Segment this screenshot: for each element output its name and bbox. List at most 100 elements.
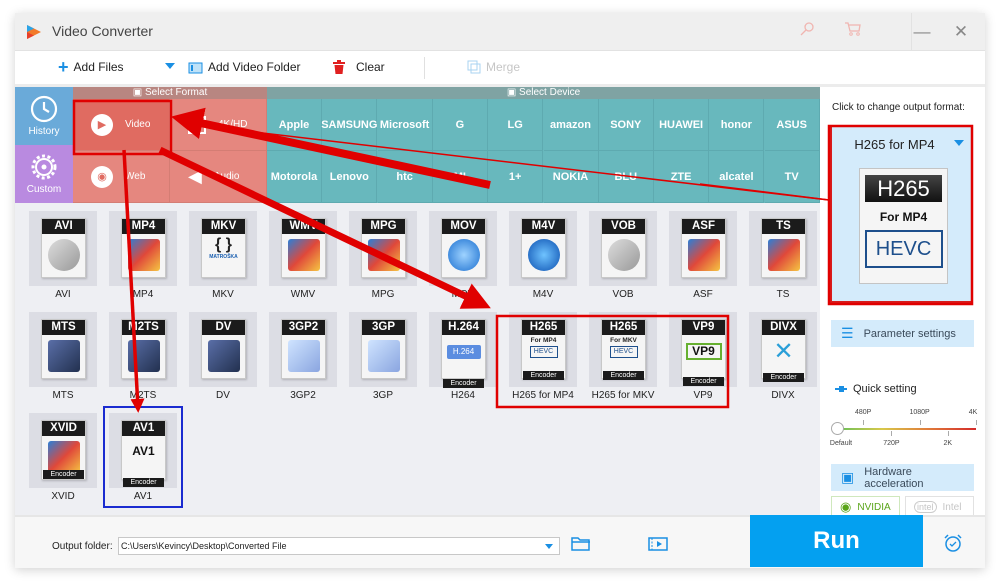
minimize-button[interactable]: — <box>911 21 933 43</box>
format-thumbnail: XVID Encoder <box>29 413 97 488</box>
history-label: History <box>28 126 60 137</box>
quality-slider-knob[interactable] <box>831 422 844 435</box>
format-sub: For MP4 <box>530 337 557 344</box>
format-category-video[interactable]: ▶ Video <box>73 99 170 151</box>
balloon-icon <box>128 239 160 271</box>
format-item-asf[interactable]: ASF ASF <box>664 205 742 305</box>
format-item-mkv[interactable]: MKV { } MATROŠKA MKV <box>184 205 262 305</box>
format-item-m4v[interactable]: M4V M4V <box>504 205 582 305</box>
output-format-hint: Click to change output format: <box>832 102 965 113</box>
device-brand-r2-1[interactable]: Lenovo <box>322 151 378 203</box>
quality-label-720p[interactable]: 720P <box>883 440 899 447</box>
format-item-h265-for-mp4[interactable]: H265 For MP4 HEVC Encoder H265 for MP4 <box>504 306 582 406</box>
select-device-zone: ▣ Select Device Apple SAMSUNG Microsoft G LG… <box>267 87 820 203</box>
format-item-dv[interactable]: DV DV <box>184 306 262 406</box>
format-item-m2ts[interactable]: M2TS M2TS <box>104 306 182 406</box>
format-icon: MKV { } MATROŠKA <box>201 218 246 278</box>
alarm-clock-icon[interactable] <box>943 533 963 558</box>
format-item-mp4[interactable]: MP4 MP4 <box>104 205 182 305</box>
format-item-ts[interactable]: TS TS <box>744 205 822 305</box>
format-thumbnail: VOB <box>589 211 657 286</box>
device-brand-r2-7[interactable]: ZTE <box>654 151 710 203</box>
device-brand-r2-9[interactable]: TV <box>764 151 820 203</box>
format-category-web[interactable]: ◉ Web <box>73 151 170 203</box>
balloon-icon <box>368 239 400 271</box>
format-badge: DV <box>202 320 245 335</box>
device-brand-r1-1[interactable]: SAMSUNG <box>321 99 377 151</box>
format-item-vp9[interactable]: VP9 VP9 Encoder VP9 <box>664 306 742 406</box>
format-item-av1[interactable]: AV1 AV1 Encoder AV1 <box>103 406 183 508</box>
format-item-h265-for-mkv[interactable]: H265 For MKV HEVC Encoder H265 for MKV <box>584 306 662 406</box>
format-item-mpg[interactable]: MPG MPG <box>344 205 422 305</box>
format-thumbnail: H.264 H.264 Encoder <box>429 312 497 388</box>
device-brand-r2-3[interactable]: MI <box>432 151 488 203</box>
format-label: MOV <box>451 289 475 300</box>
output-folder-input[interactable]: C:\Users\Kevincy\Desktop\Converted File <box>118 537 560 555</box>
format-badge: DIVX <box>762 320 805 335</box>
device-brand-r1-7[interactable]: HUAWEI <box>654 99 710 151</box>
history-tab[interactable]: History <box>15 87 73 145</box>
open-folder-icon[interactable] <box>571 536 591 555</box>
format-item-h264[interactable]: H.264 H.264 Encoder H264 <box>424 306 502 406</box>
device-brand-r2-6[interactable]: BLU <box>598 151 654 203</box>
format-item-xvid[interactable]: XVID Encoder XVID <box>24 407 102 507</box>
quality-label-480p[interactable]: 480P <box>855 409 871 416</box>
format-item-wmv[interactable]: WMV WMV <box>264 205 342 305</box>
format-badge: MP4 <box>122 219 165 234</box>
device-brand-r2-8[interactable]: alcatel <box>709 151 765 203</box>
matroska-icon: { } <box>215 236 232 253</box>
format-thumbnail: ASF <box>669 211 737 286</box>
device-brand-r1-2[interactable]: Microsoft <box>377 99 433 151</box>
merge-icon <box>467 60 481 74</box>
add-files-label: Add Files <box>73 60 124 74</box>
custom-tab[interactable]: Custom <box>15 145 73 203</box>
device-brand-r2-2[interactable]: htc <box>377 151 433 203</box>
output-format-selector[interactable]: H265 for MP4 H265 For MP4 HEVC <box>830 125 973 303</box>
device-brand-r1-9[interactable]: ASUS <box>764 99 820 151</box>
format-item-divx[interactable]: DIVX ✕ Encoder DIVX <box>744 306 822 406</box>
quality-label-2k[interactable]: 2K <box>944 440 953 447</box>
device-brand-r1-8[interactable]: honor <box>709 99 765 151</box>
hardware-acceleration-label: Hardware acceleration <box>864 465 924 490</box>
device-brand-r1-4[interactable]: LG <box>488 99 544 151</box>
clear-button[interactable]: Clear <box>333 60 385 74</box>
device-brand-r1-6[interactable]: SONY <box>598 99 654 151</box>
format-item-vob[interactable]: VOB VOB <box>584 205 662 305</box>
device-brand-r1-5[interactable]: amazon <box>543 99 599 151</box>
device-brand-r1-0[interactable]: Apple <box>267 99 322 151</box>
chevron-down-icon[interactable] <box>954 140 964 146</box>
open-output-video-icon[interactable] <box>648 536 668 556</box>
encoder-badge: Encoder <box>763 373 804 382</box>
format-item-3gp2[interactable]: 3GP2 3GP2 <box>264 306 342 406</box>
quality-slider-track[interactable] <box>835 428 976 430</box>
parameter-settings-button[interactable]: ☰ Parameter settings <box>831 320 974 347</box>
hardware-acceleration-button[interactable]: ▣ Hardware acceleration <box>831 464 974 491</box>
chevron-down-icon[interactable] <box>545 544 553 549</box>
format-item-3gp[interactable]: 3GP 3GP <box>344 306 422 406</box>
merge-button[interactable]: Merge <box>467 60 520 74</box>
format-badge: WMV <box>282 219 325 234</box>
format-category-audio[interactable]: ◀ Audio <box>170 151 267 203</box>
add-video-folder-button[interactable]: Add Video Folder <box>188 60 301 74</box>
format-item-mts[interactable]: MTS MTS <box>24 306 102 406</box>
format-item-avi[interactable]: AVI AVI <box>24 205 102 305</box>
add-files-button[interactable]: + Add Files <box>58 58 124 76</box>
quality-label-default[interactable]: Default <box>830 440 852 447</box>
format-category-4k-hd[interactable]: 4K/HD <box>170 99 267 151</box>
format-item-mov[interactable]: MOV MOV <box>424 205 502 305</box>
format-icon: H265 For MKV HEVC Encoder <box>601 319 646 380</box>
quality-tick <box>976 420 977 425</box>
quality-label-1080p[interactable]: 1080P <box>909 409 929 416</box>
run-button[interactable]: Run <box>750 515 923 567</box>
quality-label-4k[interactable]: 4K <box>969 409 978 416</box>
key-icon[interactable] <box>797 21 817 41</box>
add-files-dropdown[interactable] <box>165 63 175 69</box>
device-brand-r2-0[interactable]: Motorola <box>267 151 322 203</box>
device-brand-r2-5[interactable]: NOKIA <box>543 151 599 203</box>
close-button[interactable]: ✕ <box>950 21 972 43</box>
cart-icon[interactable] <box>843 21 863 41</box>
format-badge: XVID <box>42 421 85 436</box>
device-brand-r2-4[interactable]: 1+ <box>488 151 544 203</box>
format-thumbnail: MPG <box>349 211 417 286</box>
device-brand-r1-3[interactable]: G <box>432 99 488 151</box>
